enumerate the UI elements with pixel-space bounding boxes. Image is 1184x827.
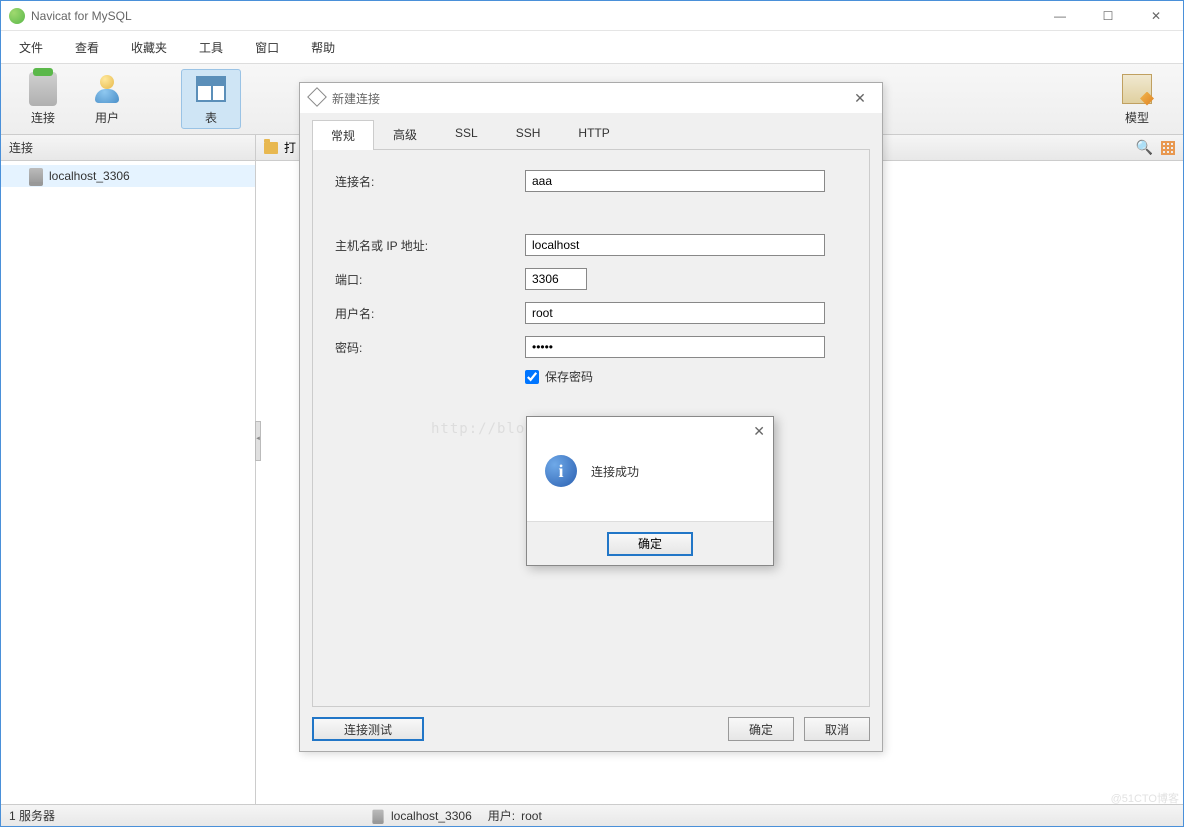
- database-icon: [29, 168, 43, 184]
- grid-view-icon[interactable]: [1161, 141, 1175, 155]
- input-connection-name[interactable]: [525, 170, 825, 192]
- sidebar-item-localhost[interactable]: localhost_3306: [1, 165, 255, 187]
- app-icon: [9, 8, 25, 24]
- window-title: Navicat for MySQL: [31, 9, 1045, 23]
- toolbar-table[interactable]: 表: [181, 69, 241, 129]
- menu-favorites[interactable]: 收藏夹: [117, 33, 181, 62]
- toolbar-connect-label: 连接: [31, 109, 55, 126]
- msgbox-title-bar: ✕: [527, 417, 773, 445]
- ok-button[interactable]: 确定: [728, 717, 794, 741]
- status-user: 用户: root: [488, 807, 542, 824]
- status-servers-text: 1 服务器: [9, 807, 55, 824]
- label-password: 密码:: [335, 339, 525, 356]
- status-connection: localhost_3306: [371, 808, 472, 824]
- toolbar-model[interactable]: 模型: [1107, 69, 1167, 129]
- status-user-label: 用户:: [488, 807, 515, 824]
- label-save-password: 保存密码: [545, 368, 593, 385]
- tab-ssl[interactable]: SSL: [436, 119, 497, 149]
- sidebar-header: 连接: [1, 135, 255, 161]
- toolbar-table-label: 表: [205, 109, 217, 126]
- msgbox-text: 连接成功: [591, 463, 639, 480]
- dialog-tabs: 常规 高级 SSL SSH HTTP: [312, 119, 870, 150]
- menu-tools[interactable]: 工具: [185, 33, 237, 62]
- table-icon: [195, 73, 227, 105]
- msgbox-footer: 确定: [527, 521, 773, 565]
- dialog-title-bar: 新建连接 ✕: [300, 83, 882, 113]
- close-button[interactable]: ✕: [1141, 6, 1171, 26]
- folder-open-icon: [264, 142, 278, 154]
- msgbox-body: i 连接成功: [527, 445, 773, 497]
- msgbox-close-button[interactable]: ✕: [753, 423, 765, 440]
- corner-watermark: @51CTO博客: [1111, 790, 1179, 806]
- minimize-button[interactable]: —: [1045, 6, 1075, 26]
- model-icon: [1121, 73, 1153, 105]
- msgbox-ok-button[interactable]: 确定: [607, 532, 693, 556]
- dialog-footer: 连接测试 确定 取消: [300, 707, 882, 751]
- menu-help[interactable]: 帮助: [297, 33, 349, 62]
- title-bar: Navicat for MySQL — ☐ ✕: [1, 1, 1183, 31]
- content-open-label[interactable]: 打: [284, 139, 296, 156]
- toolbar-connect[interactable]: 连接: [13, 69, 73, 129]
- status-connection-name: localhost_3306: [391, 809, 472, 823]
- label-username: 用户名:: [335, 305, 525, 322]
- user-icon: [91, 73, 123, 105]
- test-connection-button[interactable]: 连接测试: [312, 717, 424, 741]
- toolbar-user[interactable]: 用户: [77, 69, 137, 129]
- status-bar: 1 服务器 localhost_3306 用户: root: [1, 804, 1183, 826]
- tab-advanced[interactable]: 高级: [374, 119, 436, 149]
- message-box: ✕ i 连接成功 确定: [526, 416, 774, 566]
- label-host: 主机名或 IP 地址:: [335, 237, 525, 254]
- input-port[interactable]: [525, 268, 587, 290]
- search-icon[interactable]: 🔍: [1136, 139, 1153, 156]
- maximize-button[interactable]: ☐: [1093, 6, 1123, 26]
- toolbar-model-label: 模型: [1125, 109, 1149, 126]
- menu-window[interactable]: 窗口: [241, 33, 293, 62]
- input-host[interactable]: [525, 234, 825, 256]
- checkbox-save-password[interactable]: [525, 370, 539, 384]
- info-icon: i: [545, 455, 577, 487]
- label-port: 端口:: [335, 271, 525, 288]
- plug-icon: [310, 90, 326, 106]
- connect-icon: [27, 73, 59, 105]
- menu-bar: 文件 查看 收藏夹 工具 窗口 帮助: [1, 31, 1183, 63]
- sidebar-drag-handle[interactable]: [255, 421, 261, 461]
- sidebar: 连接 localhost_3306: [1, 135, 256, 804]
- menu-file[interactable]: 文件: [5, 33, 57, 62]
- tab-general[interactable]: 常规: [312, 120, 374, 150]
- tab-ssh[interactable]: SSH: [497, 119, 560, 149]
- database-icon: [372, 809, 383, 822]
- menu-view[interactable]: 查看: [61, 33, 113, 62]
- status-user-value: root: [521, 809, 542, 823]
- sidebar-tree: localhost_3306: [1, 161, 255, 804]
- dialog-close-button[interactable]: ✕: [848, 90, 872, 107]
- label-connection-name: 连接名:: [335, 173, 525, 190]
- input-username[interactable]: [525, 302, 825, 324]
- status-servers: 1 服务器: [9, 807, 55, 824]
- sidebar-item-label: localhost_3306: [49, 169, 130, 183]
- toolbar-user-label: 用户: [95, 109, 119, 126]
- window-controls: — ☐ ✕: [1045, 6, 1171, 26]
- tab-http[interactable]: HTTP: [559, 119, 628, 149]
- input-password[interactable]: [525, 336, 825, 358]
- cancel-button[interactable]: 取消: [804, 717, 870, 741]
- sidebar-header-label: 连接: [9, 139, 33, 156]
- dialog-title: 新建连接: [332, 90, 848, 107]
